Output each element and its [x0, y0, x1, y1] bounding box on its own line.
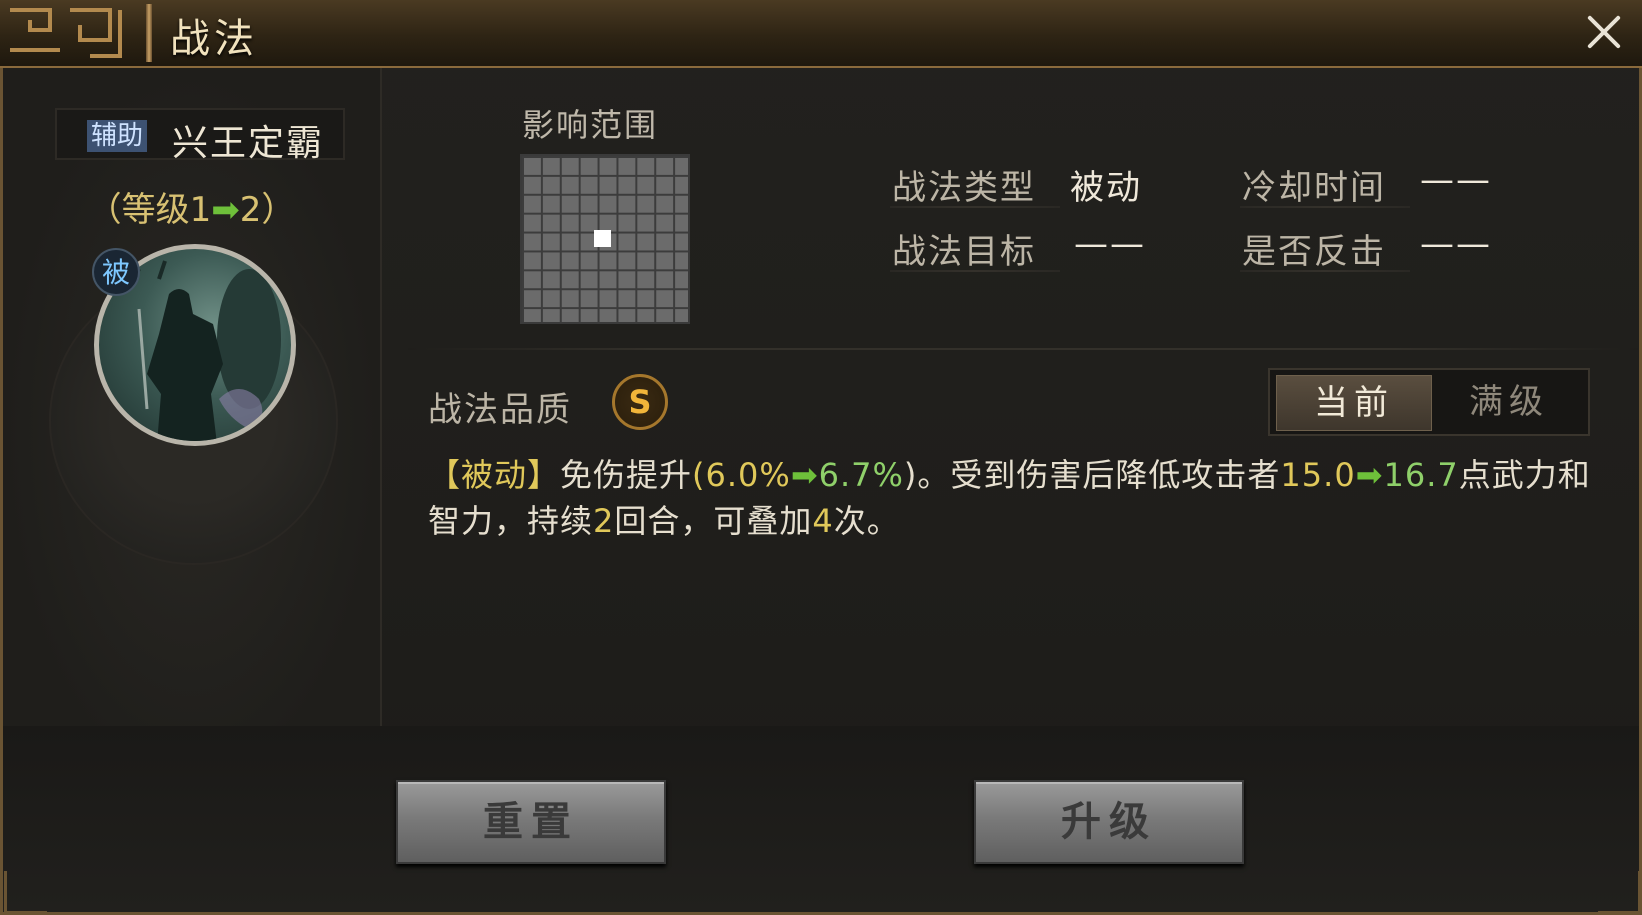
quality-label: 战法品质	[428, 390, 572, 430]
tab-max-level[interactable]: 满级	[1434, 375, 1584, 429]
skill-target-label: 战法目标	[892, 232, 1036, 272]
skill-target-value: ——	[1074, 224, 1146, 264]
tab-current[interactable]: 当前	[1276, 375, 1432, 431]
desc-value-from: 6.0%	[705, 456, 791, 494]
window-title: 战法	[170, 16, 258, 62]
title-ornament-icon	[10, 8, 122, 58]
level-to: 2）	[239, 190, 296, 230]
desc-text: 免伤提升	[560, 456, 693, 494]
action-bar	[3, 726, 1639, 912]
corner-ornament	[4, 871, 47, 914]
desc-value-to: 6.7%	[818, 456, 904, 494]
desc-stacks: 4	[812, 502, 834, 540]
arrow-icon: ➡	[1355, 456, 1384, 494]
attr-underline	[1240, 206, 1410, 208]
counter-value: ——	[1420, 224, 1492, 264]
skill-name-box: 辅助 兴王定霸	[55, 108, 345, 164]
close-icon[interactable]	[1580, 8, 1628, 56]
desc-text: )。受到伤害后降低攻击者	[903, 456, 1281, 494]
skill-description: 【被动】免伤提升(6.0%➡6.7%)。受到伤害后降低攻击者15.0➡16.7点…	[428, 452, 1608, 544]
desc-text: 回合，可叠加	[614, 502, 813, 540]
arrow-icon: ➡	[790, 456, 819, 494]
skill-type-label: 战法类型	[892, 168, 1036, 208]
range-label: 影响范围	[522, 106, 659, 144]
upgrade-button[interactable]: 升级	[974, 780, 1244, 864]
section-divider	[408, 348, 1638, 350]
attr-underline	[1240, 270, 1410, 272]
title-bar: 战法	[0, 0, 1642, 68]
desc-turns: 2	[593, 502, 615, 540]
desc-value-from: 15.0	[1280, 456, 1356, 494]
title-separator	[146, 4, 152, 62]
cooldown-value: ——	[1420, 160, 1492, 200]
reset-button[interactable]: 重置	[396, 780, 666, 864]
desc-tag: 【被动】	[428, 456, 561, 494]
level-toggle: 当前 满级	[1268, 368, 1590, 436]
desc-paren: (	[692, 456, 706, 494]
counter-label: 是否反击	[1242, 232, 1386, 272]
attr-underline	[890, 270, 1060, 272]
passive-badge: 被	[92, 248, 140, 296]
level-upgrade-text: （等级1➡2）	[3, 182, 380, 231]
quality-grade-badge: S	[612, 374, 668, 430]
skill-name: 兴王定霸	[172, 123, 325, 164]
range-center-cell	[594, 230, 611, 247]
level-arrow-icon: ➡	[211, 190, 240, 230]
skill-type-tag: 辅助	[87, 120, 148, 152]
skill-type-value: 被动	[1070, 168, 1142, 208]
cooldown-label: 冷却时间	[1242, 168, 1386, 208]
level-from: （等级1	[87, 190, 212, 230]
desc-text: 次。	[833, 502, 900, 540]
corner-ornament	[1598, 871, 1641, 914]
desc-value-to: 16.7	[1383, 456, 1459, 494]
attr-underline	[890, 206, 1060, 208]
